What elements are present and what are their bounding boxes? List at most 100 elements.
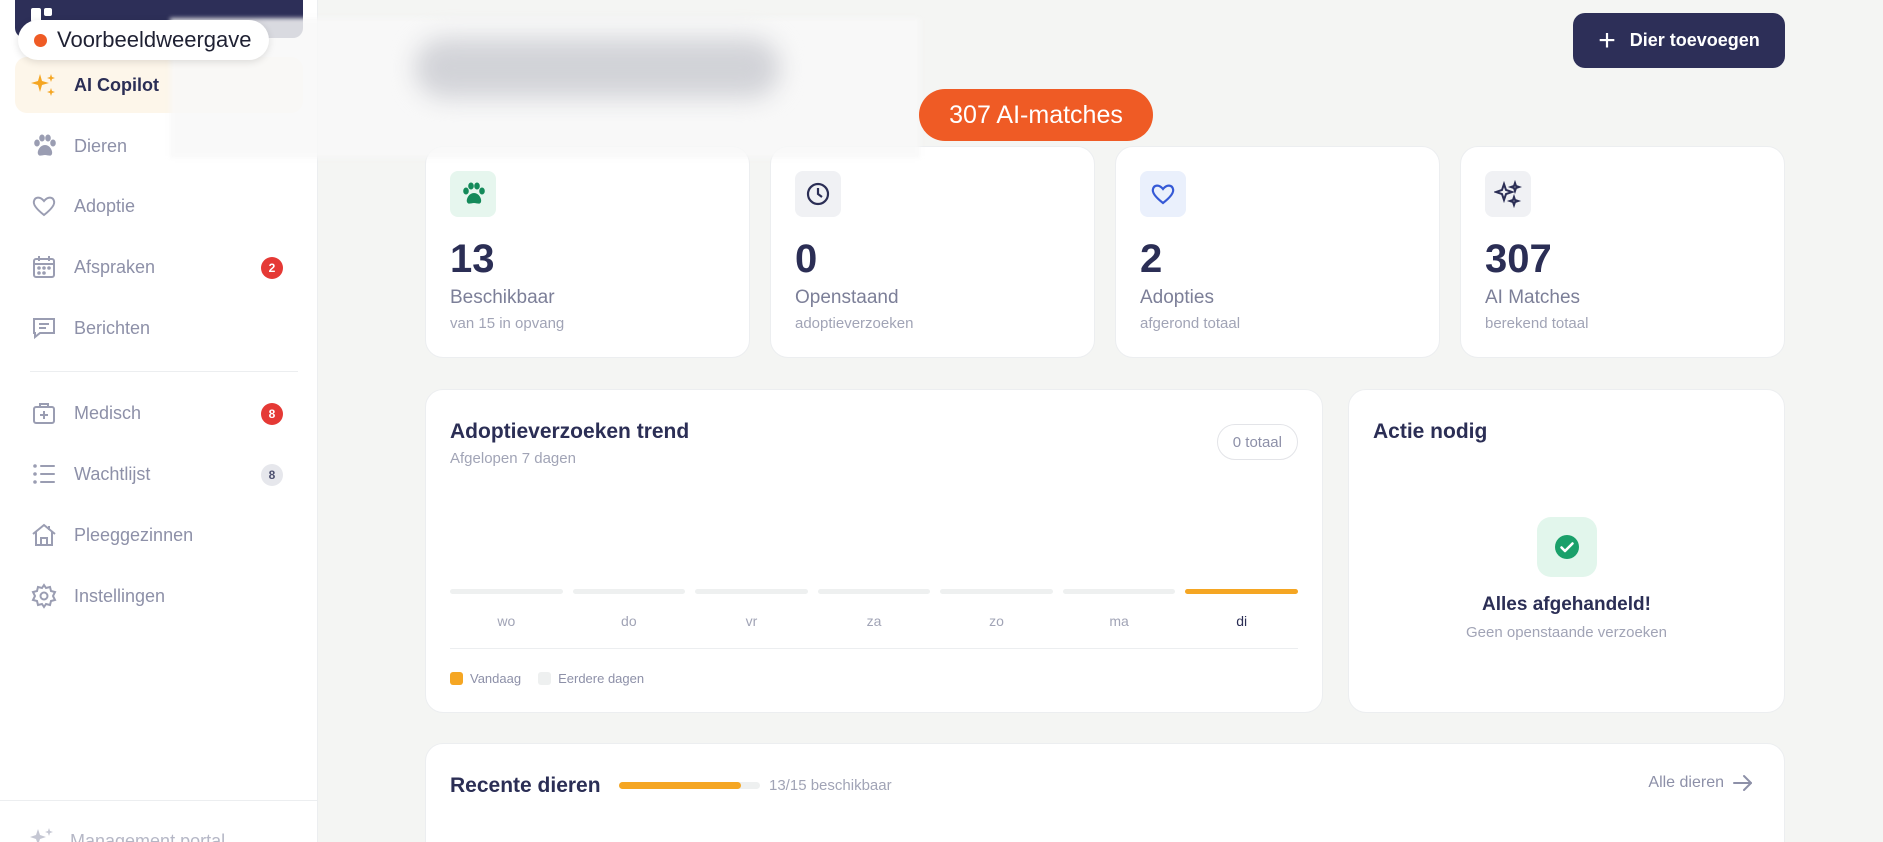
sidebar-item-label: Afspraken xyxy=(74,256,156,277)
stat-sublabel: adoptieverzoeken xyxy=(795,315,914,332)
legend: Vandaag Eerdere dagen xyxy=(450,671,661,686)
legend-item-today: Vandaag xyxy=(450,671,521,686)
paw-icon xyxy=(450,171,496,217)
stat-card-ai-matches[interactable]: 307 AI Matches berekend totaal xyxy=(1460,146,1785,358)
status-subtitle: Geen openstaande verzoeken xyxy=(1466,624,1667,641)
sidebar-item-wachtlijst[interactable]: Wachtlijst 8 xyxy=(15,446,303,502)
sidebar-item-label: Dieren xyxy=(74,135,128,156)
sidebar-divider xyxy=(30,371,298,372)
stat-sublabel: afgerond totaal xyxy=(1140,315,1241,332)
stat-label: Beschikbaar xyxy=(450,287,555,308)
heart-icon xyxy=(29,191,59,221)
heart-icon xyxy=(1140,171,1186,217)
trend-day-label: za xyxy=(866,613,882,629)
legend-swatch xyxy=(450,672,463,685)
legend-label: Eerdere dagen xyxy=(558,671,645,686)
trend-bar-do xyxy=(572,589,686,594)
action-needed-card: Actie nodig Alles afgehandeld! Geen open… xyxy=(1348,389,1785,713)
trend-bar-za xyxy=(817,589,931,594)
sidebar-item-label: Wachtlijst xyxy=(74,463,151,484)
stat-value: 0 xyxy=(795,237,818,281)
count-badge: 8 xyxy=(261,464,283,486)
plus-icon: + xyxy=(1598,23,1616,57)
paw-icon xyxy=(29,131,59,161)
stat-value: 2 xyxy=(1140,237,1163,281)
message-icon xyxy=(29,313,59,343)
stat-card-available[interactable]: 13 Beschikbaar van 15 in opvang xyxy=(425,146,750,358)
legend-label: Vandaag xyxy=(470,671,522,686)
progress-label: 13/15 beschikbaar xyxy=(769,777,892,794)
calendar-icon xyxy=(29,252,59,282)
sidebar-item-afspraken[interactable]: Afspraken 2 xyxy=(15,239,303,295)
preview-label: Voorbeeldweergave xyxy=(57,27,252,52)
stat-value: 13 xyxy=(450,237,495,281)
card-title: Actie nodig xyxy=(1373,420,1488,443)
medical-kit-icon xyxy=(29,398,59,428)
sparkles-icon xyxy=(1485,171,1531,217)
sparkles-icon xyxy=(29,70,59,100)
preview-badge: Voorbeeldweergave xyxy=(18,20,270,60)
check-circle-icon xyxy=(1537,517,1597,577)
all-animals-link[interactable]: Alle dieren xyxy=(1648,774,1754,792)
card-title: Adoptieverzoeken trend xyxy=(450,420,690,443)
sidebar-item-adoptie[interactable]: Adoptie xyxy=(15,178,303,234)
trend-bar-zo xyxy=(940,589,1053,594)
notification-badge: 2 xyxy=(261,257,283,279)
trend-day-label: do xyxy=(621,613,637,629)
stat-value: 307 xyxy=(1485,237,1552,281)
add-animal-label: Dier toevoegen xyxy=(1629,30,1760,50)
trend-bar-di xyxy=(1185,589,1298,594)
stat-sublabel: berekend totaal xyxy=(1485,315,1589,332)
availability-progress xyxy=(619,782,760,789)
trend-day-label: vr xyxy=(745,613,758,629)
legend-item-earlier: Eerdere dagen xyxy=(538,671,644,686)
sidebar-item-instellingen[interactable]: Instellingen xyxy=(15,568,303,624)
card-subtitle: Afgelopen 7 dagen xyxy=(450,450,576,467)
arrow-right-icon xyxy=(1733,775,1752,791)
stat-label: Openstaand xyxy=(795,287,899,308)
clock-icon xyxy=(795,171,841,217)
sidebar-item-pleeggezinnen[interactable]: Pleeggezinnen xyxy=(15,507,303,563)
sidebar-item-management-portal[interactable]: Management portal xyxy=(29,826,225,842)
stat-label: AI Matches xyxy=(1485,287,1581,308)
notification-badge: 8 xyxy=(261,403,283,425)
trend-bars: wo do vr za zo ma di xyxy=(450,589,1298,639)
trend-day-label: zo xyxy=(989,613,1004,629)
trend-bar-wo xyxy=(450,589,563,594)
sidebar-item-medisch[interactable]: Medisch 8 xyxy=(15,385,303,441)
legend-swatch xyxy=(538,672,552,685)
card-title: Recente dieren xyxy=(450,774,601,797)
divider xyxy=(450,648,1298,649)
trend-day-label: wo xyxy=(497,613,516,629)
total-badge: 0 totaal xyxy=(1216,424,1298,460)
sidebar-item-label: AI Copilot xyxy=(74,74,159,95)
list-icon xyxy=(29,459,59,489)
sidebar-item-label: Adoptie xyxy=(74,195,136,216)
sidebar-item-label: Pleeggezinnen xyxy=(74,524,194,545)
sparkles-icon xyxy=(29,826,55,842)
recent-animals-card: Recente dieren 13/15 beschikbaar Alle di… xyxy=(425,743,1785,842)
sidebar-item-berichten[interactable]: Berichten xyxy=(15,300,303,356)
sidebar-divider xyxy=(0,800,318,801)
stat-label: Adopties xyxy=(1140,287,1214,308)
ai-matches-badge: 307 AI-matches xyxy=(919,89,1153,141)
trend-bar-ma xyxy=(1062,589,1176,594)
blurred-page-title xyxy=(415,38,780,98)
sidebar-item-label: Instellingen xyxy=(74,585,166,606)
status-dot xyxy=(34,33,47,47)
link-label: Alle dieren xyxy=(1648,774,1724,791)
status-title: Alles afgehandeld! xyxy=(1482,594,1651,615)
stat-card-adoptions[interactable]: 2 Adopties afgerond totaal xyxy=(1115,146,1440,358)
stat-card-pending[interactable]: 0 Openstaand adoptieverzoeken xyxy=(770,146,1095,358)
sidebar-item-label: Berichten xyxy=(74,317,151,338)
adoption-trend-card: Adoptieverzoeken trend Afgelopen 7 dagen… xyxy=(425,389,1323,713)
gear-icon xyxy=(29,581,59,611)
sidebar-item-label: Medisch xyxy=(74,402,142,423)
home-icon xyxy=(29,520,59,550)
add-animal-button[interactable]: + Dier toevoegen xyxy=(1573,13,1785,68)
stat-sublabel: van 15 in opvang xyxy=(450,315,565,332)
sidebar-item-label: Management portal xyxy=(70,831,226,842)
trend-day-label: di xyxy=(1236,613,1248,629)
progress-fill xyxy=(619,782,742,789)
trend-bar-vr xyxy=(695,589,808,594)
